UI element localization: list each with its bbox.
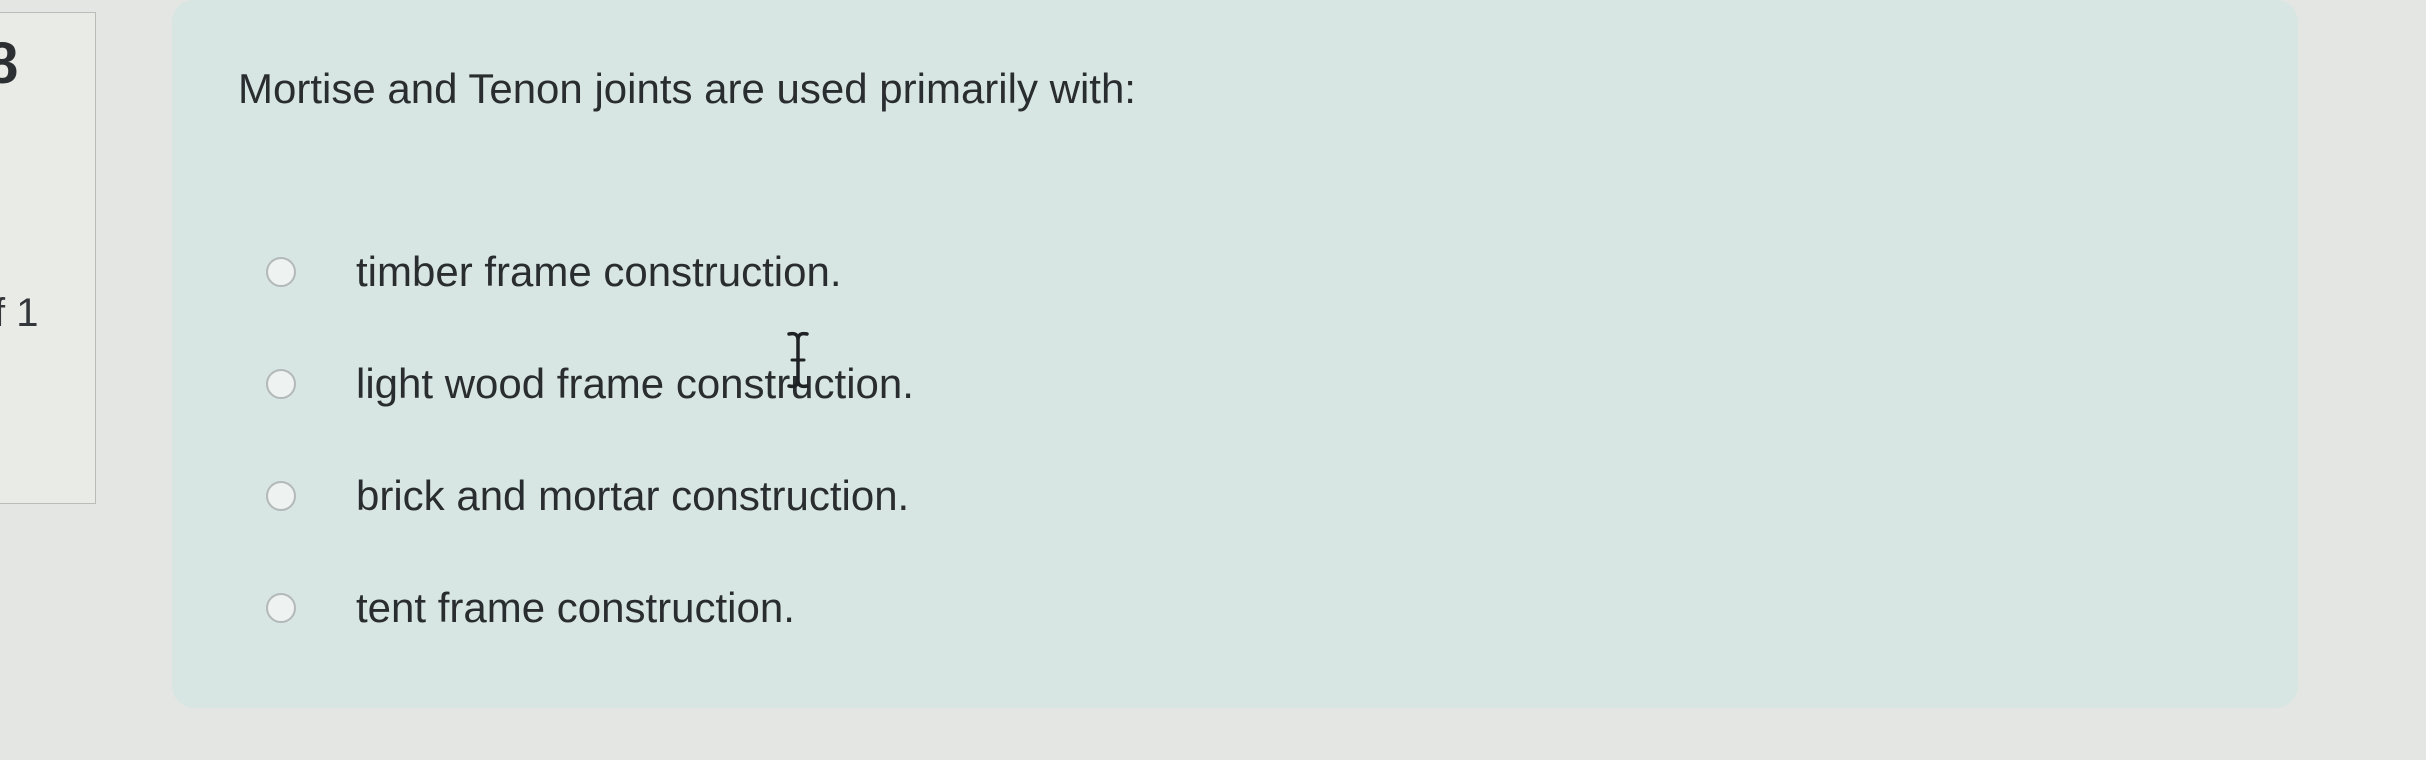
question-info-card: 8 f 1 bbox=[0, 12, 96, 504]
question-panel: Mortise and Tenon joints are used primar… bbox=[172, 0, 2298, 708]
question-points: f 1 bbox=[0, 291, 39, 335]
radio-button[interactable] bbox=[266, 593, 296, 623]
question-text: Mortise and Tenon joints are used primar… bbox=[238, 65, 1136, 112]
answer-label[interactable]: brick and mortar construction. bbox=[356, 471, 909, 521]
answer-option-light-wood-frame[interactable]: light wood frame construction. bbox=[266, 328, 914, 440]
answer-option-brick-and-mortar[interactable]: brick and mortar construction. bbox=[266, 440, 914, 552]
text-cursor-icon bbox=[787, 331, 809, 389]
radio-button[interactable] bbox=[266, 369, 296, 399]
answer-options: timber frame construction. light wood fr… bbox=[266, 216, 914, 664]
radio-button[interactable] bbox=[266, 257, 296, 287]
radio-button[interactable] bbox=[266, 481, 296, 511]
answer-option-timber-frame[interactable]: timber frame construction. bbox=[266, 216, 914, 328]
answer-label[interactable]: timber frame construction. bbox=[356, 247, 842, 297]
question-number: 8 bbox=[0, 31, 19, 96]
answer-label[interactable]: light wood frame construction. bbox=[356, 359, 914, 409]
answer-label[interactable]: tent frame construction. bbox=[356, 583, 795, 633]
answer-option-tent-frame[interactable]: tent frame construction. bbox=[266, 552, 914, 664]
